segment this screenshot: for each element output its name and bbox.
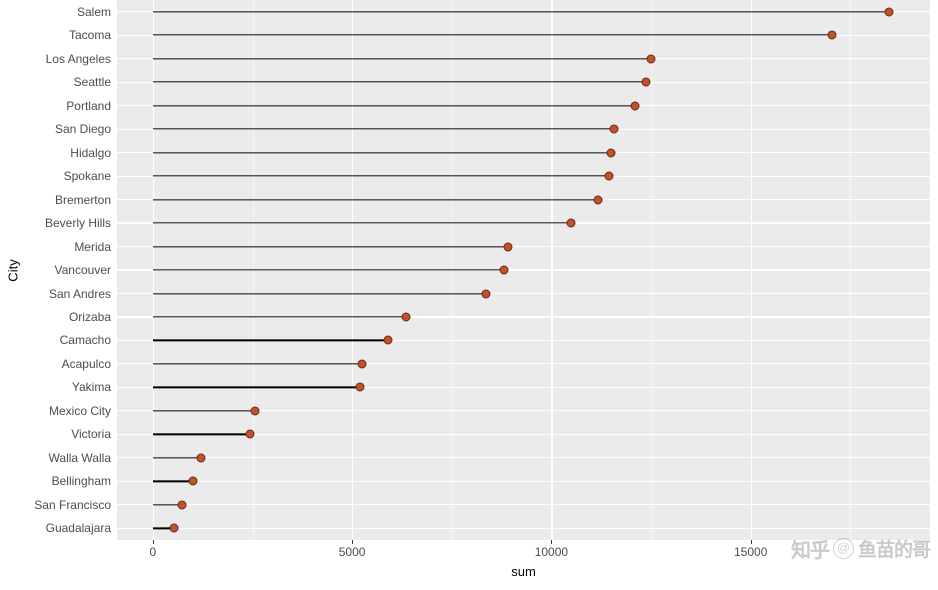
data-point[interactable] <box>630 101 640 111</box>
y-axis-tick-label: Yakima <box>71 380 111 395</box>
lollipop-segment <box>152 339 389 342</box>
x-axis-tick-mark <box>750 540 752 544</box>
y-axis-tick-label: Mexico City <box>48 403 111 418</box>
data-point[interactable] <box>566 218 576 228</box>
lollipop-segment <box>152 269 504 271</box>
y-axis-tick-label: San Diego <box>54 122 111 137</box>
lollipop-chart: City Salem Tacoma Los Angeles Seattle Portla… <box>0 0 938 590</box>
y-axis-tick-label: Orizaba <box>68 310 111 324</box>
gridline-major-horizontal <box>117 527 930 529</box>
y-axis-tick-label: San Andres <box>48 286 111 301</box>
lollipop-segment <box>152 58 652 60</box>
data-point[interactable] <box>641 77 650 87</box>
x-axis-tick-label: 15000 <box>734 545 768 559</box>
data-point[interactable] <box>245 429 255 439</box>
lollipop-segment <box>152 105 636 107</box>
data-point[interactable] <box>884 7 894 17</box>
x-axis-title: sum <box>117 564 930 579</box>
y-axis-tick-label: Beverly Hills <box>44 216 111 230</box>
y-axis-tick-label: Portland <box>66 98 111 113</box>
data-point[interactable] <box>188 476 198 486</box>
y-axis-tick-label: Merida <box>74 239 111 254</box>
lollipop-segment <box>152 386 360 389</box>
lollipop-segment <box>152 245 508 248</box>
lollipop-segment <box>152 128 614 130</box>
data-point[interactable] <box>499 265 509 275</box>
gridline-major-horizontal <box>117 480 930 482</box>
data-point[interactable] <box>481 289 491 298</box>
data-point[interactable] <box>503 242 513 251</box>
data-point[interactable] <box>250 406 260 416</box>
x-axis-tick-label: 5000 <box>338 545 366 559</box>
lollipop-segment <box>152 175 610 177</box>
x-axis-tick-mark <box>551 540 553 544</box>
y-axis-tick-label: Bellingham <box>51 474 111 489</box>
plot-panel <box>117 0 930 540</box>
y-axis-tick-label: Los Angeles <box>45 51 111 66</box>
data-point[interactable] <box>401 312 410 322</box>
data-point[interactable] <box>604 171 614 181</box>
data-point[interactable] <box>606 148 616 158</box>
data-point[interactable] <box>827 30 837 40</box>
y-axis-tick-label: Vancouver <box>54 263 111 277</box>
y-axis-tick-label: Hidalgo <box>70 145 111 160</box>
lollipop-segment <box>152 457 201 459</box>
lollipop-segment <box>152 151 612 154</box>
x-axis-tick-mark <box>352 540 354 544</box>
y-axis-tick-label: Walla Walla <box>48 450 111 465</box>
lollipop-segment <box>152 11 890 13</box>
y-axis-tick-labels: Salem Tacoma Los Angeles Seattle Portland San… <box>20 0 137 540</box>
x-axis-tick-label: 10000 <box>534 545 569 559</box>
lollipop-segment <box>152 222 572 224</box>
data-point[interactable] <box>169 523 179 533</box>
y-axis-tick-label: Tacoma <box>68 28 111 43</box>
lollipop-segment <box>152 81 646 83</box>
lollipop-segment <box>152 363 362 365</box>
lollipop-segment <box>152 34 832 36</box>
data-point[interactable] <box>593 195 603 205</box>
y-axis-tick-label: Seattle <box>73 75 111 90</box>
gridline-major-horizontal <box>117 457 930 459</box>
x-axis-tick-label: 0 <box>149 545 157 559</box>
y-axis-tick-label: Spokane <box>63 169 111 184</box>
y-axis-tick-label: Acapulco <box>61 356 111 371</box>
x-axis-tick-mark <box>152 540 154 544</box>
x-axis-tick-labels: 0 5000 10000 15000 <box>117 540 930 564</box>
y-axis-title-text: City <box>5 258 21 282</box>
lollipop-segment <box>152 410 255 412</box>
lollipop-segment <box>152 480 193 482</box>
lollipop-segment <box>152 316 406 318</box>
lollipop-segment <box>152 433 250 435</box>
data-point[interactable] <box>357 359 367 369</box>
data-point[interactable] <box>177 500 187 510</box>
x-axis-title-text: sum <box>511 564 536 579</box>
lollipop-segment <box>152 292 486 295</box>
y-axis-tick-label: Camacho <box>59 333 111 348</box>
y-axis-tick-label: Guadalajara <box>45 521 111 536</box>
data-point[interactable] <box>355 382 365 392</box>
data-point[interactable] <box>196 453 206 463</box>
gridline-major-horizontal <box>117 504 930 506</box>
y-axis-tick-label: Victoria <box>71 427 111 442</box>
data-point[interactable] <box>609 124 619 134</box>
lollipop-segment <box>152 198 598 201</box>
data-point[interactable] <box>383 335 393 345</box>
data-point[interactable] <box>646 54 656 64</box>
y-axis-tick-label: Salem <box>76 4 111 19</box>
y-axis-tick-label: Bremerton <box>54 192 111 207</box>
y-axis-tick-label: San Francisco <box>34 497 111 512</box>
